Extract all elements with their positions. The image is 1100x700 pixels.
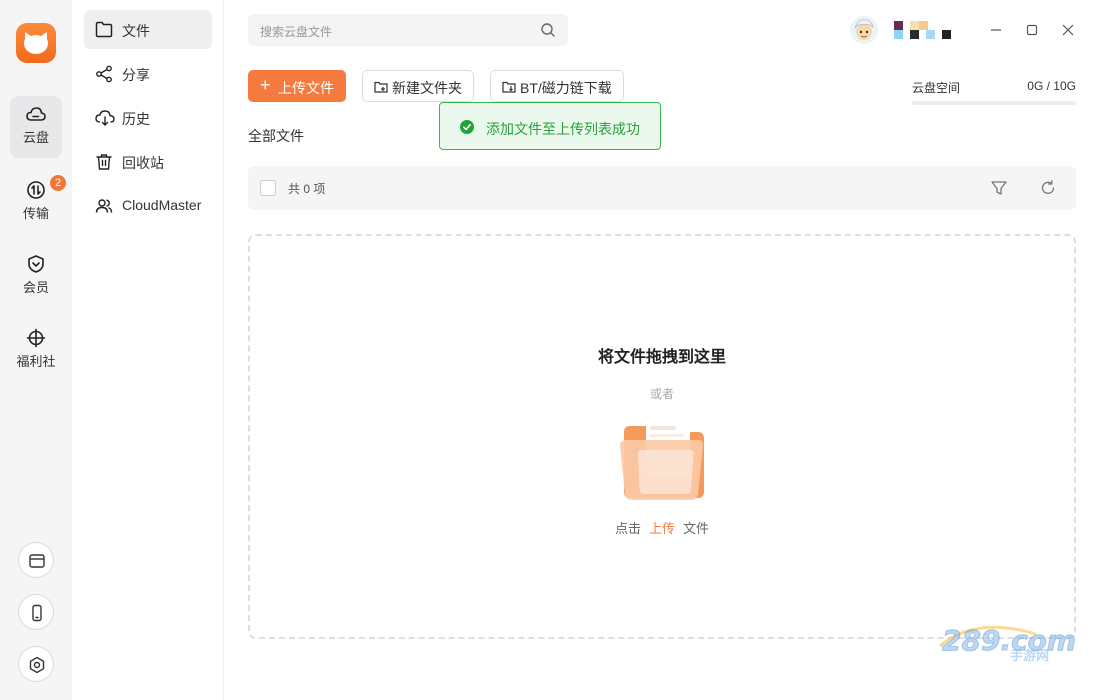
cloud-icon [26, 107, 46, 121]
app-logo [16, 23, 56, 63]
storage-label: 云盘空间 [912, 81, 961, 95]
bt-magnet-download-label: BT/磁力链下载 [520, 80, 612, 96]
storage-value: 0G / 10G [1027, 79, 1076, 93]
transfer-count-badge: 2 [50, 175, 66, 191]
close-icon [1062, 24, 1074, 36]
watermark-sub: 手游网 [1010, 648, 1049, 664]
minimize-icon [991, 29, 1001, 31]
drop-action-prefix: 点击 [614, 521, 641, 536]
select-all-checkbox[interactable] [260, 180, 276, 196]
window-icon [29, 554, 45, 568]
nav-item-files[interactable]: 文件 [84, 10, 212, 49]
check-circle-icon [460, 120, 474, 134]
plus-icon: + [260, 75, 271, 95]
mobile-app-button[interactable] [18, 594, 54, 630]
new-folder-label: 新建文件夹 [392, 80, 462, 96]
nav-item-share[interactable]: 分享 [84, 54, 212, 93]
rail-item-member[interactable]: 会员 [10, 244, 62, 306]
window-mode-button[interactable] [18, 542, 54, 578]
search-icon[interactable] [540, 22, 556, 38]
nav-item-recycle-bin[interactable]: 回收站 [84, 142, 212, 181]
welfare-icon [26, 328, 46, 348]
upload-file-label: 上传文件 [278, 80, 334, 96]
nav-item-label: 历史 [122, 111, 150, 127]
trash-icon [96, 154, 112, 170]
avatar[interactable] [850, 16, 878, 44]
download-folder-icon [502, 81, 516, 93]
search-input[interactable]: 搜索云盘文件 [248, 14, 568, 46]
rail-item-welfare[interactable]: 福利社 [10, 318, 62, 380]
rail-item-label: 福利社 [16, 354, 56, 369]
rail-item-label: 云盘 [22, 130, 49, 145]
bt-magnet-download-button[interactable]: BT/磁力链下载 [490, 70, 624, 102]
drop-action-suffix: 文件 [683, 521, 710, 536]
nav-item-label: 分享 [122, 67, 150, 83]
nav-item-cloudmaster[interactable]: CloudMaster [84, 186, 212, 225]
cloud-download-icon [95, 110, 115, 126]
item-count: 共 0 项 [288, 182, 326, 196]
search-placeholder: 搜索云盘文件 [260, 25, 333, 39]
empty-folder-illustration [620, 420, 704, 500]
folder-icon [95, 21, 113, 38]
file-list-header: 共 0 项 [248, 166, 1076, 210]
share-icon [96, 65, 112, 83]
rail-item-cloud[interactable]: 云盘 [10, 96, 62, 158]
breadcrumb[interactable]: 全部文件 [248, 126, 304, 146]
upload-file-button[interactable]: + 上传文件 [248, 70, 346, 102]
rail-item-label: 传输 [22, 206, 49, 221]
refresh-icon[interactable] [1039, 179, 1057, 197]
upload-link[interactable]: 上传 [649, 521, 675, 536]
storage-progress-bar [912, 101, 1076, 105]
drop-zone-action: 点击 上传 文件 [250, 518, 1074, 537]
new-folder-icon [374, 81, 388, 93]
drop-zone[interactable]: 将文件拖拽到这里 或者 点击 上传 文件 [248, 234, 1076, 639]
close-button[interactable] [1058, 20, 1078, 40]
watermark-logo: 289.com 手游网 [939, 624, 1077, 664]
member-shield-icon [28, 255, 44, 273]
rail-item-transfer[interactable]: 传输 2 [10, 170, 66, 232]
settings-button[interactable] [18, 646, 54, 682]
nav-item-label: 文件 [122, 23, 150, 39]
maximize-button[interactable] [1022, 20, 1042, 40]
rail-item-label: 会员 [22, 280, 49, 295]
filter-icon[interactable] [990, 179, 1008, 197]
maximize-icon [1026, 24, 1038, 36]
transfer-icon [27, 181, 45, 199]
minimize-button[interactable] [986, 20, 1006, 40]
secondary-nav: 文件 分享 历史 回收站 CloudMaster [72, 0, 224, 700]
phone-icon [32, 604, 42, 622]
nav-item-history[interactable]: 历史 [84, 98, 212, 137]
left-rail: 云盘 传输 2 会员 福利社 [0, 0, 72, 700]
new-folder-button[interactable]: 新建文件夹 [362, 70, 474, 102]
nav-item-label: CloudMaster [122, 197, 202, 213]
drop-zone-or: 或者 [649, 387, 674, 401]
toast-message: 添加文件至上传列表成功 [486, 121, 640, 137]
settings-hex-icon [29, 656, 45, 674]
users-icon [95, 199, 113, 213]
nav-item-label: 回收站 [122, 155, 164, 171]
success-toast: 添加文件至上传列表成功 [439, 102, 661, 150]
drop-zone-title: 将文件拖拽到这里 [597, 349, 726, 366]
